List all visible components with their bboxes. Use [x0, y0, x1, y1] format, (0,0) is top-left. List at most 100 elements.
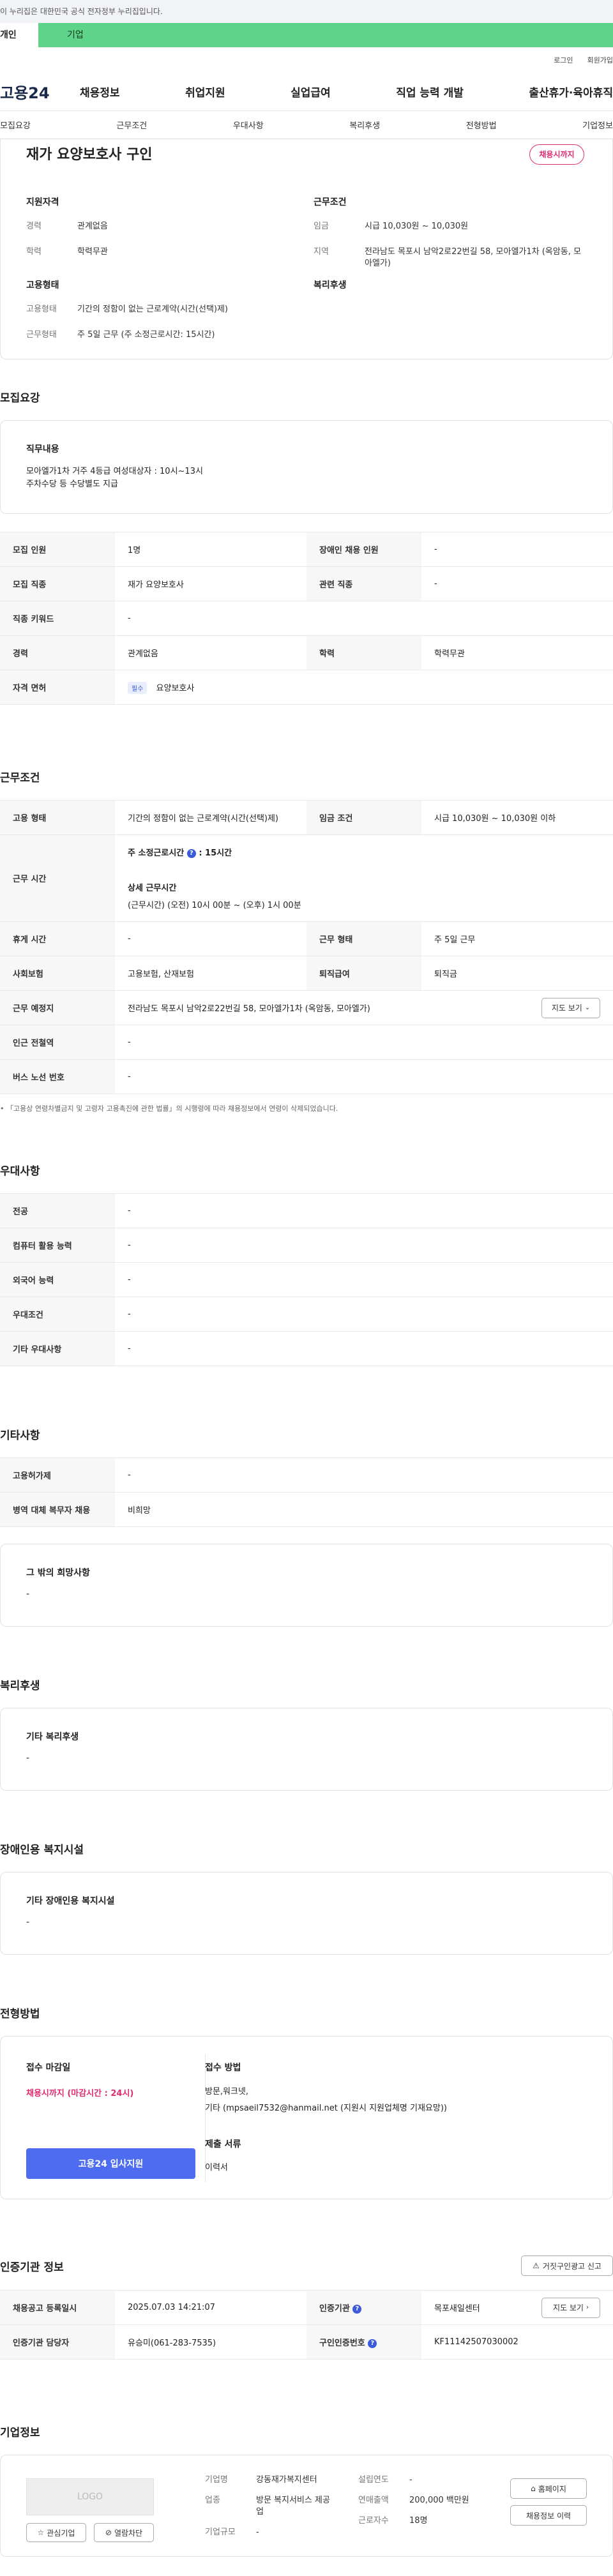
company-section: 기업정보 LOGO ☆ 관심기업 ⊘ 열람차단 기업명 강동재가복지센터 업종 방문…: [0, 2423, 613, 2557]
prefer-condition-label: 우대조건: [0, 1297, 115, 1332]
employment-type-value: 기간의 정함이 없는 근로계약(시간(선택)제): [115, 800, 306, 835]
work-heading: 근무조건: [314, 197, 347, 207]
wage-condition-label: 임금 조건: [306, 800, 421, 835]
prefer-title: 우대사항: [0, 1165, 40, 1178]
block-view-label: 열람차단: [114, 2528, 143, 2538]
duty-heading: 직무내용: [26, 444, 59, 455]
disabled-count-label: 장애인 채용 인원: [306, 532, 421, 567]
subway-label: 인근 전철역: [0, 1025, 115, 1060]
detail-hours-label: 상세 근무시간: [128, 884, 177, 893]
tab-company[interactable]: 기업: [38, 23, 613, 47]
anchor-recruit[interactable]: 모집요강: [0, 119, 31, 131]
company-size-value: -: [256, 2527, 259, 2537]
deadline-column: 접수 마감일 채용시까지 (마감시간 : 24시) 고용24 입사지원: [26, 2061, 195, 2179]
other-wish-heading: 그 밖의 희망사항: [26, 1568, 90, 1578]
rest-value: -: [115, 921, 306, 956]
help-icon[interactable]: ?: [186, 848, 196, 858]
anchor-welfare[interactable]: 복리후생: [349, 119, 380, 131]
cert-number-label: 구인인증번호: [319, 2339, 365, 2348]
welfare-card-value: -: [26, 1753, 30, 1763]
work-permit-label: 고용허가제: [0, 1457, 115, 1493]
homepage-label: 홈페이지: [538, 2484, 566, 2494]
keyword-value: -: [115, 601, 613, 636]
language-label: 외국어 능력: [0, 1262, 115, 1297]
login-link[interactable]: 로그인: [554, 55, 573, 65]
disabled-count-value: -: [421, 532, 613, 567]
bus-value: -: [115, 1059, 613, 1094]
age-notice-text: 「고용상 연령차별금지 및 고령자 고용촉진에 관한 법률」의 시행령에 따라 …: [6, 1104, 338, 1113]
other-prefer-value: -: [115, 1331, 613, 1366]
disabled-facility-title: 장애인용 복지시설: [0, 1844, 84, 1857]
star-icon: ☆: [37, 2528, 45, 2537]
work-shape-label: 근무형태: [26, 330, 57, 340]
disabled-facility-value: -: [26, 1917, 30, 1927]
major-label: 전공: [0, 1193, 115, 1228]
welfare-title: 복리후생: [0, 1680, 40, 1692]
anchor-prefer[interactable]: 우대사항: [233, 119, 264, 131]
table-row: 우대조건 -: [0, 1297, 613, 1332]
apply-button[interactable]: 고용24 입사지원: [26, 2148, 195, 2179]
duty-line-1: 모아엘가1차 거주 4등급 여성대상자 : 10시~13시: [26, 467, 203, 476]
conditions-section: 근무조건 고용 형태 기간의 정함이 없는 근로계약(시간(선택)제) 임금 조…: [0, 769, 613, 1113]
cert-section: 인증기관 정보 ⚠ 거짓구인광고 신고 채용공고 등록일시 2025.07.03…: [0, 2256, 613, 2360]
table-row: 근무 시간 주 소정근로시간 ? : 15시간 상세 근무시간 (근무시간) (…: [0, 834, 613, 922]
wage-label: 임금: [314, 222, 329, 231]
work-shape-label: 근무 형태: [306, 921, 421, 956]
language-value: -: [115, 1262, 613, 1297]
insurance-label: 사회보험: [0, 956, 115, 991]
report-false-ad-button[interactable]: ⚠ 거짓구인광고 신고: [521, 2256, 613, 2276]
gnb-item-parental-leave[interactable]: 출산휴가·육아휴직: [529, 84, 613, 100]
table-row: 고용 형태 기간의 정함이 없는 근로계약(시간(선택)제) 임금 조건 시급 …: [0, 800, 613, 835]
signup-link[interactable]: 회원가입: [587, 55, 613, 65]
sales-value: 200,000 백만원: [409, 2496, 469, 2505]
cert-map-button[interactable]: 지도 보기 ›: [541, 2297, 600, 2318]
welfare-card-heading: 기타 복리후생: [26, 1732, 79, 1742]
homepage-button[interactable]: ⌂ 홈페이지: [510, 2478, 587, 2499]
employment-type-label: 고용 형태: [0, 800, 115, 835]
license-cell: 필수 요양보호사: [115, 670, 613, 705]
gnb-item-employment-support[interactable]: 취업지원: [185, 84, 225, 100]
region-label: 지역: [314, 247, 329, 257]
anchor-company[interactable]: 기업정보: [582, 119, 613, 131]
table-row: 고용허가제 -: [0, 1457, 613, 1493]
tab-personal[interactable]: 개인: [0, 23, 38, 47]
career-label: 경력: [26, 222, 42, 231]
help-icon[interactable]: ?: [352, 2304, 362, 2314]
table-row: 근무 예정지 전라남도 목포시 남악2로22번길 58, 모아엘가1차 (옥암동…: [0, 990, 613, 1025]
job-history-button[interactable]: 채용정보 이력: [510, 2505, 587, 2526]
gov-notice-bar: 이 누리집은 대한민국 공식 전자정부 누리집입니다.: [0, 0, 613, 23]
favorite-company-label: 관심기업: [47, 2528, 75, 2538]
gnb-item-jobs[interactable]: 채용정보: [80, 84, 120, 100]
table-row: 버스 노선 번호 -: [0, 1059, 613, 1094]
method-line-2: 기타 (mpsaeil7532@hanmail.net (지원시 지원업체명 기…: [205, 2104, 447, 2113]
map-view-button[interactable]: 지도 보기 ⌄: [541, 997, 600, 1018]
selection-title: 전형방법: [0, 2008, 40, 2021]
career-value: 관계없음: [77, 222, 108, 231]
welfare-heading: 복리후생: [314, 280, 347, 290]
work-permit-value: -: [115, 1457, 613, 1493]
deadline-badge: 채용시까지: [529, 144, 584, 165]
gnb-item-skills-development[interactable]: 직업 능력 개발: [396, 84, 464, 100]
cert-title: 인증기관 정보: [0, 2261, 64, 2274]
career-row-value: 관계없음: [115, 635, 306, 670]
favorite-company-button[interactable]: ☆ 관심기업: [26, 2523, 86, 2542]
gnb-item-unemployment-benefit[interactable]: 실업급여: [291, 84, 331, 100]
company-info-col-1: 기업명 강동재가복지센터 업종 방문 복지서비스 제공업 기업규모 -: [205, 2474, 365, 2538]
wage-condition-value: 시급 10,030원 ~ 10,030원 이하: [421, 800, 613, 835]
documents-heading: 제출 서류: [205, 2139, 241, 2150]
block-view-button[interactable]: ⊘ 열람차단: [94, 2523, 154, 2542]
anchor-conditions[interactable]: 근무조건: [116, 119, 147, 131]
help-icon[interactable]: ?: [368, 2339, 377, 2348]
welfare-section: 복리후생 기타 복리후생 -: [0, 1676, 613, 1791]
conditions-title: 근무조건: [0, 772, 40, 785]
documents-value: 이력서: [205, 2163, 228, 2173]
site-logo[interactable]: 고용24: [0, 80, 80, 103]
count-value: 1명: [115, 532, 306, 567]
anchor-selection[interactable]: 전형방법: [466, 119, 497, 131]
info-dot-icon: •: [0, 1104, 4, 1113]
summary-employment: 고용형태 고용형태 기간의 정함이 없는 근로계약(시간(선택)제) 근무형태 주 …: [26, 278, 307, 355]
weekly-hours-value: 15시간: [205, 848, 232, 858]
job-type-label: 모집 직종: [0, 566, 115, 601]
edu-label: 학력: [26, 247, 42, 257]
selection-card: 접수 마감일 채용시까지 (마감시간 : 24시) 고용24 입사지원 접수 방…: [0, 2036, 613, 2199]
